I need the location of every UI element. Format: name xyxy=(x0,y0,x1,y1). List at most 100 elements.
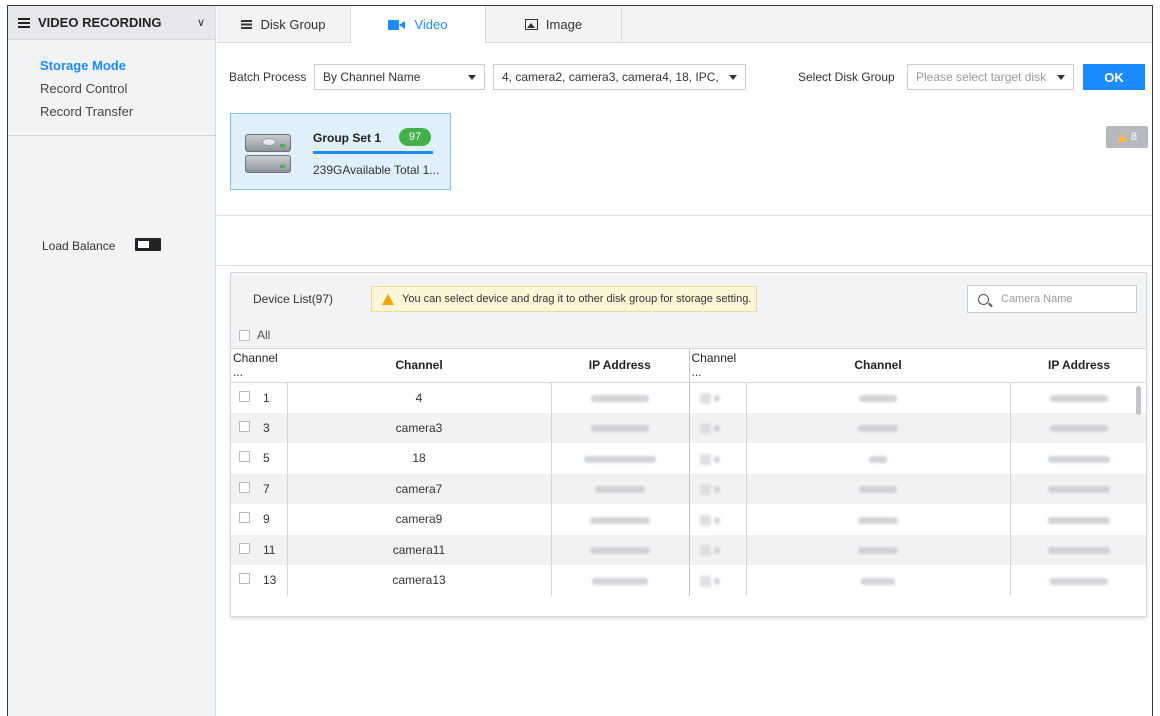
channel-number-cell: 3 xyxy=(231,412,288,443)
column-header-ip-address[interactable]: IP Address xyxy=(1010,349,1146,383)
redacted-number xyxy=(713,455,720,463)
table-scrollbar[interactable] xyxy=(1136,386,1141,415)
redacted-number xyxy=(713,547,720,555)
ip-address-cell xyxy=(550,534,690,565)
column-header-channel[interactable]: Channel xyxy=(287,349,551,383)
sidebar-item-record-transfer[interactable]: Record Transfer xyxy=(8,100,215,123)
channel-number: 13 xyxy=(263,573,277,588)
drag-hint-text: You can select device and drag it to oth… xyxy=(402,293,752,305)
table-row[interactable]: 11 camera11 xyxy=(231,534,1146,565)
divider xyxy=(217,265,1152,266)
sidebar-item-storage-mode[interactable]: Storage Mode xyxy=(8,54,215,77)
load-balance-toggle[interactable] xyxy=(135,238,161,251)
hard-disk-icon xyxy=(245,134,291,174)
channel-number-cell xyxy=(689,534,746,565)
channel-name-cell: camera3 xyxy=(287,412,551,443)
channel-number: 7 xyxy=(263,481,270,496)
redacted-number xyxy=(713,425,720,433)
select-all-label: All xyxy=(257,328,271,342)
table-row[interactable]: 14 xyxy=(231,382,1146,413)
disk-group-size: 239GAvailable Total 1... xyxy=(313,163,440,177)
disk-usage-bar xyxy=(313,151,433,154)
ip-address-cell xyxy=(1009,534,1146,565)
column-header-channel[interactable]: Channel xyxy=(746,349,1010,383)
tab-label: Disk Group xyxy=(260,17,326,32)
channel-number-cell xyxy=(689,443,746,474)
disk-group-card[interactable]: Group Set 1 97 239GAvailable Total 1... xyxy=(230,113,451,190)
app-frame: VIDEO RECORDING ∨ Storage Mode Record Co… xyxy=(7,5,1153,716)
redacted-number xyxy=(713,394,720,402)
redacted-ip xyxy=(1048,455,1111,463)
tab-video[interactable]: Video xyxy=(351,6,486,44)
select-all-checkbox[interactable] xyxy=(239,329,250,341)
redacted-ip xyxy=(1050,425,1109,433)
channel-number-cell: 11 xyxy=(231,534,288,565)
row-checkbox[interactable] xyxy=(239,542,250,554)
channel-name-cell xyxy=(745,534,1010,565)
table-row[interactable]: 9 camera9 xyxy=(231,504,1146,535)
disk-group-name: Group Set 1 xyxy=(313,131,382,145)
caret-down-icon xyxy=(729,74,737,80)
channel-name-cell: camera7 xyxy=(287,473,551,504)
redacted-checkbox xyxy=(699,545,711,557)
channel-name-cell xyxy=(745,382,1010,413)
column-header-channel-number[interactable]: Channel ... xyxy=(231,349,287,383)
ip-address-cell xyxy=(1009,382,1146,413)
camera-search-input[interactable] xyxy=(1001,293,1121,305)
row-checkbox[interactable] xyxy=(239,573,250,585)
row-checkbox[interactable] xyxy=(239,512,250,524)
sidebar-header[interactable]: VIDEO RECORDING ∨ xyxy=(8,6,215,40)
redacted-channel xyxy=(859,394,897,402)
camera-search[interactable] xyxy=(967,285,1137,313)
redacted-channel xyxy=(859,486,897,494)
channel-number: 1 xyxy=(263,390,270,405)
channel-name-cell xyxy=(745,565,1010,596)
channel-number: 9 xyxy=(263,512,270,527)
ip-address-cell xyxy=(1009,412,1146,443)
ip-address-cell xyxy=(550,565,690,596)
redacted-channel xyxy=(869,455,887,463)
sidebar-menu: Storage Mode Record Control Record Trans… xyxy=(8,40,215,136)
video-camera-icon xyxy=(388,19,406,30)
redacted-checkbox xyxy=(699,575,711,587)
ip-address-cell xyxy=(1009,504,1146,535)
column-header-channel-number[interactable]: Channel ... xyxy=(689,349,746,383)
channel-select-value: 4, camera2, camera3, camera4, 18, IPC, c… xyxy=(502,70,721,84)
row-checkbox[interactable] xyxy=(239,481,250,493)
tab-image[interactable]: Image xyxy=(486,6,622,43)
redacted-number xyxy=(713,577,720,585)
redacted-ip xyxy=(592,577,648,585)
tab-disk-group[interactable]: Disk Group xyxy=(217,6,351,43)
row-checkbox[interactable] xyxy=(239,390,250,402)
row-checkbox[interactable] xyxy=(239,420,250,432)
table-row[interactable]: 5 18 xyxy=(231,443,1146,474)
chevron-down-icon[interactable]: ∨ xyxy=(197,16,205,29)
load-balance-label: Load Balance xyxy=(42,239,116,253)
caret-down-icon xyxy=(1057,74,1065,80)
channel-number-cell: 9 xyxy=(231,504,288,535)
column-header-ip-address[interactable]: IP Address xyxy=(551,349,690,383)
redacted-ip xyxy=(1048,486,1111,494)
redacted-ip xyxy=(590,516,650,524)
table-row[interactable]: 7 camera7 xyxy=(231,473,1146,504)
select-all[interactable]: All xyxy=(239,328,270,342)
redacted-ip xyxy=(591,425,649,433)
device-table: Channel ... Channel IP Address Channel .… xyxy=(231,349,1146,596)
channel-name-cell xyxy=(745,504,1010,535)
batch-mode-value: By Channel Name xyxy=(323,70,421,84)
ok-button[interactable]: OK xyxy=(1083,64,1145,90)
disk-group-select[interactable]: Please select target disk ... xyxy=(907,64,1074,90)
toolbar: Batch Process By Channel Name 4, camera2… xyxy=(217,44,1152,108)
redacted-ip xyxy=(584,455,656,463)
sidebar-item-record-control[interactable]: Record Control xyxy=(8,77,215,100)
menu-icon xyxy=(18,17,30,28)
channel-name-cell: 4 xyxy=(415,390,423,405)
warning-badge[interactable]: 8 xyxy=(1106,126,1148,148)
channel-number-cell: 5 xyxy=(231,443,288,474)
table-row[interactable]: 3 camera3 xyxy=(231,412,1146,443)
channel-select[interactable]: 4, camera2, camera3, camera4, 18, IPC, c… xyxy=(493,64,746,90)
table-row[interactable]: 13 camera13 xyxy=(231,565,1146,596)
batch-mode-select[interactable]: By Channel Name xyxy=(314,64,485,90)
tab-label: Image xyxy=(545,17,583,32)
row-checkbox[interactable] xyxy=(239,451,250,463)
